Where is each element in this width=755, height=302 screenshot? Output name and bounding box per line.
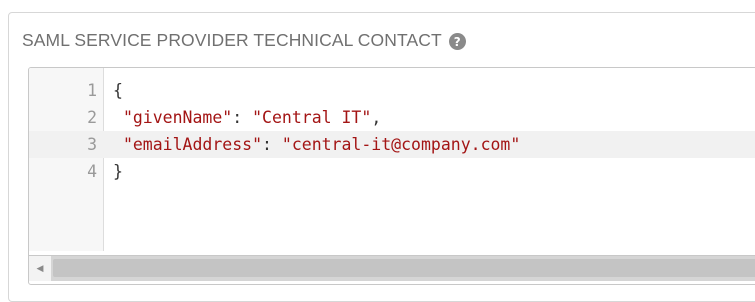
field-label-row: SAML SERVICE PROVIDER TECHNICAL CONTACT … [22, 30, 466, 51]
json-comma: , [371, 108, 382, 127]
json-colon: : [262, 135, 282, 154]
code-text: "givenName": "Central IT", [113, 108, 381, 127]
code-text: "emailAddress": "central-it@company.com" [113, 135, 520, 154]
json-colon: : [232, 108, 253, 127]
json-code-editor[interactable]: 1 { 2 "givenName": "Central IT", 3 "emai… [28, 67, 755, 285]
help-icon[interactable]: ? [448, 33, 466, 50]
line-number: 3 [87, 135, 97, 154]
json-key: "emailAddress" [122, 135, 263, 154]
line-number: 4 [87, 162, 97, 181]
code-line[interactable]: 2 "givenName": "Central IT", [29, 104, 755, 131]
scrollbar-thumb[interactable] [53, 259, 755, 277]
line-number: 2 [87, 108, 97, 127]
line-number: 1 [87, 81, 97, 100]
code-line[interactable]: 4 } [29, 158, 755, 185]
field-label: SAML SERVICE PROVIDER TECHNICAL CONTACT [22, 30, 442, 50]
json-key: "givenName" [122, 108, 233, 127]
code-text: } [113, 162, 123, 181]
horizontal-scrollbar[interactable]: ◀ [29, 255, 755, 281]
caret-left-icon[interactable]: ◀ [29, 256, 51, 281]
code-line[interactable]: 1 { [29, 77, 755, 104]
brace-open: { [113, 81, 123, 100]
brace-close: } [113, 162, 123, 181]
code-line-active[interactable]: 3 "emailAddress": "central-it@company.co… [29, 131, 755, 158]
code-text: { [113, 81, 123, 100]
json-value: "central-it@company.com" [281, 135, 521, 154]
json-value: "Central IT" [252, 108, 372, 127]
